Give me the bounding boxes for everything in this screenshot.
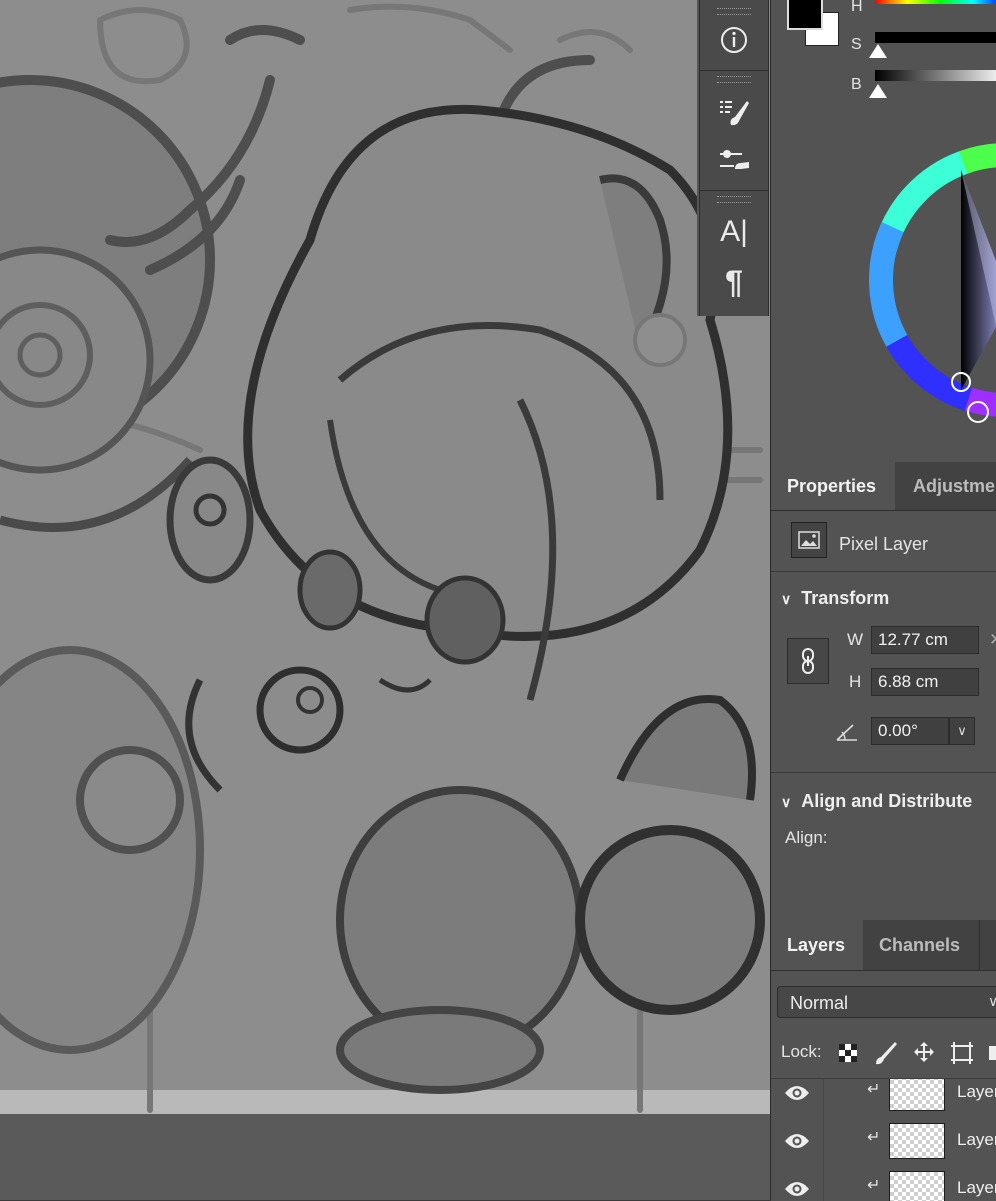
character-glyph: A|	[720, 215, 748, 248]
angle-icon	[836, 724, 857, 741]
width-unit-overflow: ✕	[989, 630, 996, 650]
align-section-header[interactable]: ∨ Align and Distribute	[781, 791, 972, 812]
clipping-mask-icon: ↵	[867, 1177, 881, 1194]
blend-mode-select[interactable]: Normal ∨	[777, 986, 996, 1018]
link-dimensions-button[interactable]	[787, 638, 829, 684]
saturation-label: S	[851, 36, 862, 53]
tab-properties[interactable]: Properties	[771, 462, 895, 510]
lock-position-icon[interactable]	[911, 1040, 937, 1066]
lock-image-pixels-icon[interactable]	[873, 1040, 899, 1066]
transform-title: Transform	[801, 588, 890, 608]
panel-icon-strip: A| ¶	[699, 0, 769, 316]
paragraph-icon[interactable]: ¶	[712, 262, 756, 302]
layers-list: ↵ Layer ↵ Layer ↵ Layer	[771, 1078, 996, 1201]
tab-layers[interactable]: Layers	[771, 920, 863, 970]
color-panel: H S B	[771, 0, 996, 460]
strip-grip[interactable]	[717, 8, 751, 15]
layer-name[interactable]: Layer	[957, 1178, 996, 1198]
tab-channels[interactable]: Channels	[863, 920, 979, 970]
brightness-slider[interactable]	[875, 70, 996, 81]
hue-slider[interactable]	[875, 0, 996, 4]
layer-name[interactable]: Layer	[957, 1082, 996, 1102]
height-field[interactable]: 6.88 cm	[871, 668, 979, 696]
layer-type-label: Pixel Layer	[839, 534, 929, 554]
properties-tab-bar: Properties Adjustme	[771, 462, 996, 511]
brightness-label: B	[851, 76, 862, 93]
visibility-eye-icon[interactable]	[783, 1081, 811, 1105]
clipping-mask-icon: ↵	[867, 1081, 881, 1098]
hue-label: H	[851, 0, 863, 15]
document-canvas[interactable]	[0, 0, 770, 1200]
blend-mode-value: Normal	[790, 993, 849, 1013]
saturation-thumb[interactable]	[869, 44, 887, 58]
chevron-down-icon: ∨	[957, 723, 967, 738]
strip-grip[interactable]	[717, 196, 751, 203]
brush-presets-icon[interactable]	[712, 92, 756, 132]
visibility-eye-icon[interactable]	[783, 1177, 811, 1201]
right-panel-dock: H S B Properties Adjustme Pixel Layer ∨ …	[770, 0, 996, 1201]
paragraph-glyph: ¶	[725, 263, 743, 300]
layer-thumbnail	[889, 1123, 945, 1159]
angle-dropdown-button[interactable]: ∨	[949, 717, 975, 745]
layers-tab-bar: Layers Channels	[771, 920, 996, 971]
character-icon[interactable]: A|	[712, 212, 756, 252]
align-title: Align and Distribute	[801, 791, 973, 811]
strip-grip[interactable]	[717, 76, 751, 83]
chevron-down-icon: ∨	[781, 794, 792, 810]
width-label: W	[847, 630, 864, 649]
lock-transparent-pixels-icon[interactable]	[837, 1042, 859, 1064]
layer-thumbnail	[889, 1171, 945, 1201]
layer-row[interactable]: ↵ Layer	[771, 1165, 996, 1201]
chain-link-icon	[802, 648, 814, 674]
layer-thumbnail	[889, 1079, 945, 1111]
info-icon[interactable]	[712, 20, 756, 60]
lock-all-icon[interactable]	[989, 1046, 996, 1060]
width-field[interactable]: 12.77 cm	[871, 626, 979, 654]
visibility-eye-icon[interactable]	[783, 1129, 811, 1153]
brush-settings-icon[interactable]	[712, 142, 756, 182]
clipping-mask-icon: ↵	[867, 1129, 881, 1146]
angle-field[interactable]: 0.00°	[871, 717, 949, 745]
chevron-down-icon: ∨	[781, 591, 792, 607]
foreground-color-swatch-front	[787, 0, 823, 30]
tab-adjustments[interactable]: Adjustme	[897, 462, 996, 510]
brightness-thumb[interactable]	[869, 84, 887, 98]
layer-name[interactable]: Layer	[957, 1130, 996, 1150]
layer-row[interactable]: ↵ Layer	[771, 1079, 996, 1118]
sketch-artwork	[0, 0, 770, 1200]
pixel-layer-icon	[791, 522, 827, 558]
saturation-slider[interactable]	[875, 32, 996, 43]
height-label: H	[849, 672, 862, 691]
lock-artboard-icon[interactable]	[949, 1040, 975, 1066]
color-wheel[interactable]	[771, 110, 996, 450]
chevron-down-icon: ∨	[988, 993, 996, 1009]
lock-label: Lock:	[781, 1042, 822, 1061]
align-label: Align:	[785, 828, 828, 847]
transform-section-header[interactable]: ∨ Transform	[781, 588, 889, 609]
layer-row[interactable]: ↵ Layer	[771, 1117, 996, 1166]
